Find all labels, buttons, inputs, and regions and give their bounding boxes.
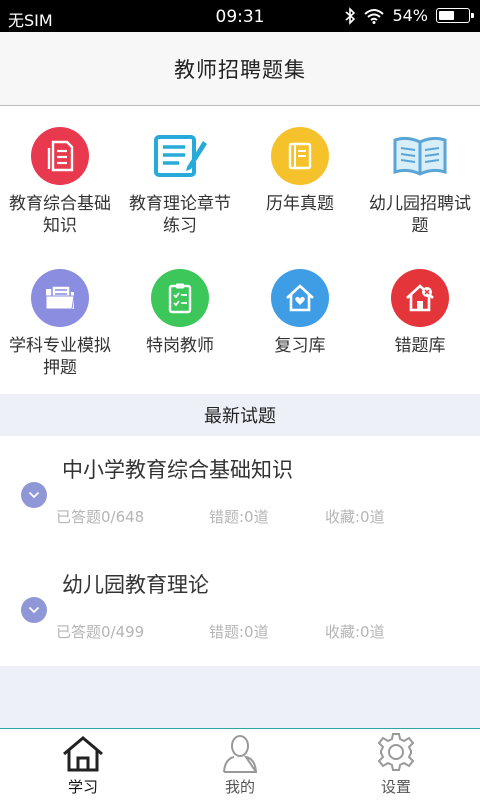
exam-name: 幼儿园教育理论	[62, 573, 209, 597]
category-label: 学科专业模拟押题	[9, 336, 111, 378]
expand-button[interactable]	[21, 482, 47, 508]
tab-mine[interactable]: 我的	[160, 729, 320, 800]
home-heart-icon	[271, 269, 329, 327]
battery-percent: 54%	[392, 6, 428, 25]
category-label: 特岗教师	[146, 336, 214, 356]
category-item-education-basics[interactable]: 教育综合基础知识	[0, 127, 120, 237]
status-icons: 54%	[344, 6, 474, 25]
category-label: 历年真题	[266, 194, 334, 214]
bluetooth-icon	[345, 6, 356, 25]
category-label: 教育理论章节练习	[129, 194, 231, 236]
tab-label: 学习	[67, 778, 98, 796]
status-bar: 无SIM 09:31 54%	[0, 0, 480, 32]
exam-list: 中小学教育综合基础知识 已答题0/648 错题:0道 收藏:0道 幼儿园教育理论…	[0, 436, 480, 666]
expand-button[interactable]	[21, 597, 47, 623]
tab-settings[interactable]: 设置	[316, 729, 476, 800]
document-icon	[31, 127, 89, 185]
wifi-icon	[364, 8, 385, 24]
section-header: 最新试题	[0, 394, 480, 436]
category-item-mock-exams[interactable]: 学科专业模拟押题	[0, 269, 120, 379]
app-header: 教师招聘题集	[0, 32, 480, 106]
answered-count: 已答题0/648	[56, 508, 145, 526]
exam-name: 中小学教育综合基础知识	[62, 458, 293, 482]
clipboard-icon	[151, 269, 209, 327]
tab-label: 我的	[224, 778, 255, 796]
section-title: 最新试题	[204, 406, 276, 427]
wrong-count: 错题:0道	[209, 623, 269, 641]
open-book-icon	[391, 127, 449, 185]
category-item-kindergarten-exams[interactable]: 幼儿园招聘试题	[360, 127, 480, 237]
answered-count: 已答题0/499	[56, 623, 145, 641]
tab-label: 设置	[380, 778, 411, 796]
exam-item[interactable]: 幼儿园教育理论 已答题0/499 错题:0道 收藏:0道	[0, 551, 480, 666]
category-grid: 教育综合基础知识 教育理论章节练习 历年真题 幼儿园招聘试题 学科专业模拟押题 …	[0, 107, 480, 393]
category-label: 教育综合基础知识	[9, 194, 111, 236]
category-label: 复习库	[274, 336, 326, 356]
list-footer-space	[0, 666, 480, 728]
battery-icon	[436, 8, 474, 23]
category-item-theory-practice[interactable]: 教育理论章节练习	[120, 127, 240, 237]
category-label: 幼儿园招聘试题	[369, 194, 471, 236]
gear-icon	[377, 733, 415, 771]
page-title: 教师招聘题集	[174, 57, 306, 82]
category-item-wrong-bank[interactable]: 错题库	[360, 269, 480, 357]
edit-list-icon	[151, 127, 209, 185]
category-item-special-post-teacher[interactable]: 特岗教师	[120, 269, 240, 357]
saved-count: 收藏:0道	[325, 508, 385, 526]
chevron-down-icon	[28, 606, 40, 614]
home-icon	[63, 736, 103, 772]
user-icon	[223, 735, 258, 773]
exam-item[interactable]: 中小学教育综合基础知识 已答题0/648 错题:0道 收藏:0道	[0, 436, 480, 551]
wrong-count: 错题:0道	[209, 508, 269, 526]
category-item-past-exams[interactable]: 历年真题	[240, 127, 360, 215]
bottom-tab-bar: 学习 我的 设置	[0, 728, 480, 800]
chevron-down-icon	[28, 491, 40, 499]
home-x-icon	[391, 269, 449, 327]
folder-icon	[31, 269, 89, 327]
tab-study[interactable]: 学习	[3, 729, 163, 800]
category-label: 错题库	[394, 336, 446, 356]
saved-count: 收藏:0道	[325, 623, 385, 641]
book-icon	[271, 127, 329, 185]
category-item-review-bank[interactable]: 复习库	[240, 269, 360, 357]
